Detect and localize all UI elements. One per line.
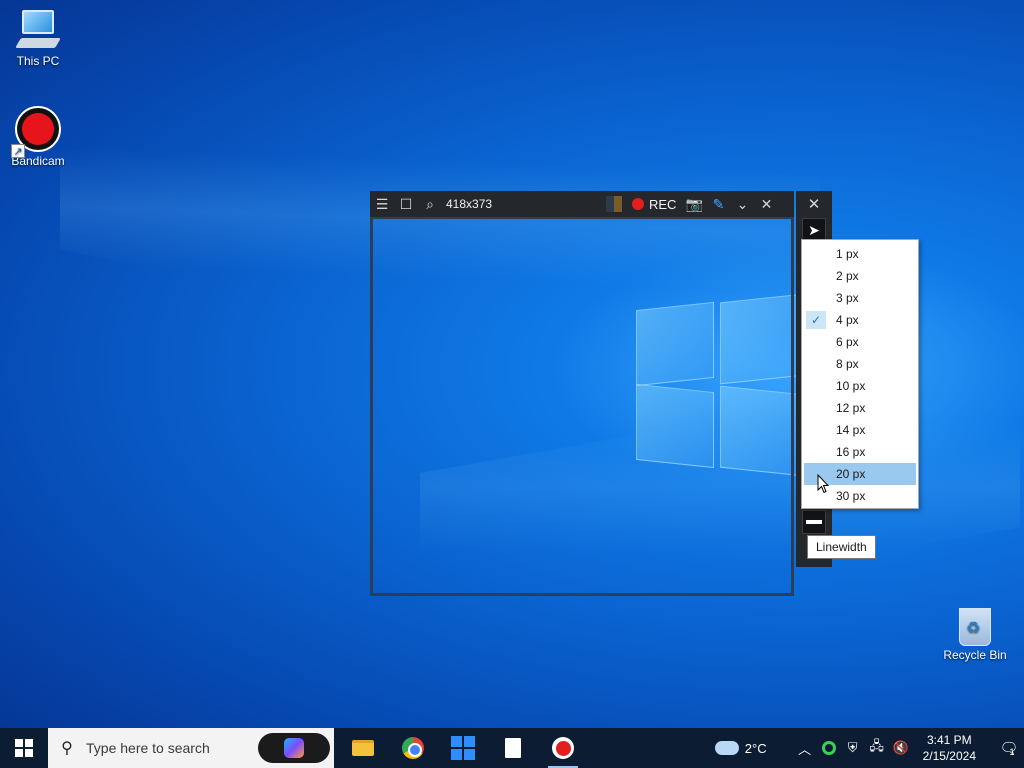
- desktop-icon-label: This PC: [16, 54, 60, 68]
- linewidth-option-label: 6 px: [836, 335, 859, 349]
- file-icon: [505, 738, 521, 758]
- rec-label: REC: [649, 196, 677, 212]
- linewidth-option[interactable]: 12 px: [802, 397, 918, 419]
- record-icon: [632, 198, 644, 210]
- capture-area-frame[interactable]: [370, 216, 794, 596]
- linewidth-option-label: 2 px: [836, 269, 859, 283]
- network-icon[interactable]: 🖧: [865, 737, 889, 759]
- linewidth-option-label: 16 px: [836, 445, 866, 459]
- close-icon[interactable]: ✕: [796, 191, 832, 217]
- linewidth-icon: [806, 520, 822, 524]
- weather-temp: 2°C: [744, 740, 767, 756]
- folder-icon: [352, 740, 374, 756]
- checkmark-icon: ✓: [806, 311, 826, 329]
- chevron-up-icon[interactable]: ︿: [793, 739, 817, 758]
- linewidth-tooltip: Linewidth: [807, 535, 876, 559]
- volume-muted-icon[interactable]: 🔇: [889, 740, 913, 756]
- select-area-icon[interactable]: ⌕: [418, 191, 442, 217]
- linewidth-option[interactable]: 14 px: [802, 419, 918, 441]
- linewidth-option[interactable]: 3 px: [802, 287, 918, 309]
- linewidth-option-label: 14 px: [836, 423, 866, 437]
- windows-icon: [15, 739, 33, 757]
- taskbar-file-explorer[interactable]: [338, 728, 388, 768]
- taskbar-notepad[interactable]: [488, 728, 538, 768]
- linewidth-option[interactable]: 6 px: [802, 331, 918, 353]
- store-icon: [451, 736, 475, 760]
- start-button[interactable]: [0, 728, 48, 768]
- copilot-button[interactable]: [258, 733, 330, 763]
- linewidth-option-label: 8 px: [836, 357, 859, 371]
- linewidth-menu: 1 px 2 px 3 px ✓ 4 px 6 px 8 px 10 px 12 px 14 px…: [801, 239, 919, 509]
- mouse-pointer-icon: [817, 474, 829, 494]
- linewidth-option-label: 20 px: [836, 467, 866, 481]
- recycle-bin-icon: ♻: [955, 602, 995, 646]
- clock[interactable]: 3:41 PM 2/15/2024: [923, 732, 976, 764]
- linewidth-option-label: 10 px: [836, 379, 866, 393]
- desktop-icon-this-pc[interactable]: This PC: [0, 8, 76, 68]
- weather-widget[interactable]: 2°C: [714, 740, 767, 756]
- linewidth-option[interactable]: 2 px: [802, 265, 918, 287]
- desktop-icon-label: Recycle Bin: [943, 648, 1007, 662]
- color-swatch[interactable]: [606, 196, 622, 212]
- capture-toolbar: ☰ ☐ ⌕ 418x373 REC 📷 ✎ ⌄ ✕: [370, 191, 794, 217]
- linewidth-option[interactable]: 8 px: [802, 353, 918, 375]
- fullscreen-icon[interactable]: ☐: [394, 191, 418, 217]
- close-icon[interactable]: ✕: [754, 191, 778, 217]
- desktop-icon-bandicam[interactable]: ↗ Bandicam: [0, 106, 76, 168]
- shortcut-arrow-icon: ↗: [11, 144, 25, 158]
- menu-icon[interactable]: ☰: [370, 191, 394, 217]
- capture-size-label: 418x373: [446, 197, 493, 211]
- taskbar: ⚲ Type here to search 2°C ︿ ⛨ 🖧 🔇 3:41 P…: [0, 728, 1024, 768]
- cloud-icon: [714, 741, 739, 755]
- linewidth-option[interactable]: ✓ 4 px: [802, 309, 918, 331]
- chrome-icon: [402, 737, 424, 759]
- notification-count: 1: [1009, 747, 1015, 757]
- taskbar-store[interactable]: [438, 728, 488, 768]
- copilot-icon: [284, 738, 304, 758]
- system-tray: 2°C ︿ ⛨ 🖧 🔇 3:41 PM 2/15/2024 🗨 1: [714, 728, 1024, 768]
- linewidth-option[interactable]: 16 px: [802, 441, 918, 463]
- linewidth-option[interactable]: 10 px: [802, 375, 918, 397]
- linewidth-option-label: 4 px: [836, 313, 859, 327]
- clock-date: 2/15/2024: [922, 749, 976, 763]
- chevron-down-icon[interactable]: ⌄: [730, 191, 754, 217]
- computer-icon: [15, 8, 61, 52]
- taskbar-bandicam[interactable]: [538, 728, 588, 768]
- search-icon: ⚲: [61, 740, 73, 757]
- bandicam-tray-icon[interactable]: [821, 741, 836, 755]
- camera-icon[interactable]: 📷: [682, 191, 706, 217]
- bandicam-icon: [552, 737, 574, 759]
- notification-button[interactable]: 🗨 1: [990, 728, 1024, 768]
- pointer-icon: ➤: [808, 221, 820, 238]
- taskbar-search[interactable]: ⚲ Type here to search: [48, 728, 334, 768]
- linewidth-option-label: 30 px: [836, 489, 866, 503]
- linewidth-option-label: 3 px: [836, 291, 859, 305]
- search-placeholder: Type here to search: [86, 740, 210, 756]
- rec-button[interactable]: REC: [632, 197, 676, 212]
- linewidth-option-label: 1 px: [836, 247, 859, 261]
- security-icon[interactable]: ⛨: [841, 740, 865, 756]
- linewidth-option[interactable]: 1 px: [802, 243, 918, 265]
- pencil-icon[interactable]: ✎: [706, 191, 730, 217]
- desktop-icon-recycle-bin[interactable]: ♻ Recycle Bin: [937, 602, 1013, 662]
- clock-time: 3:41 PM: [926, 733, 972, 747]
- linewidth-option-label: 12 px: [836, 401, 866, 415]
- bandicam-icon: ↗: [11, 106, 61, 158]
- linewidth-tool-button[interactable]: [802, 510, 826, 534]
- taskbar-chrome[interactable]: [388, 728, 438, 768]
